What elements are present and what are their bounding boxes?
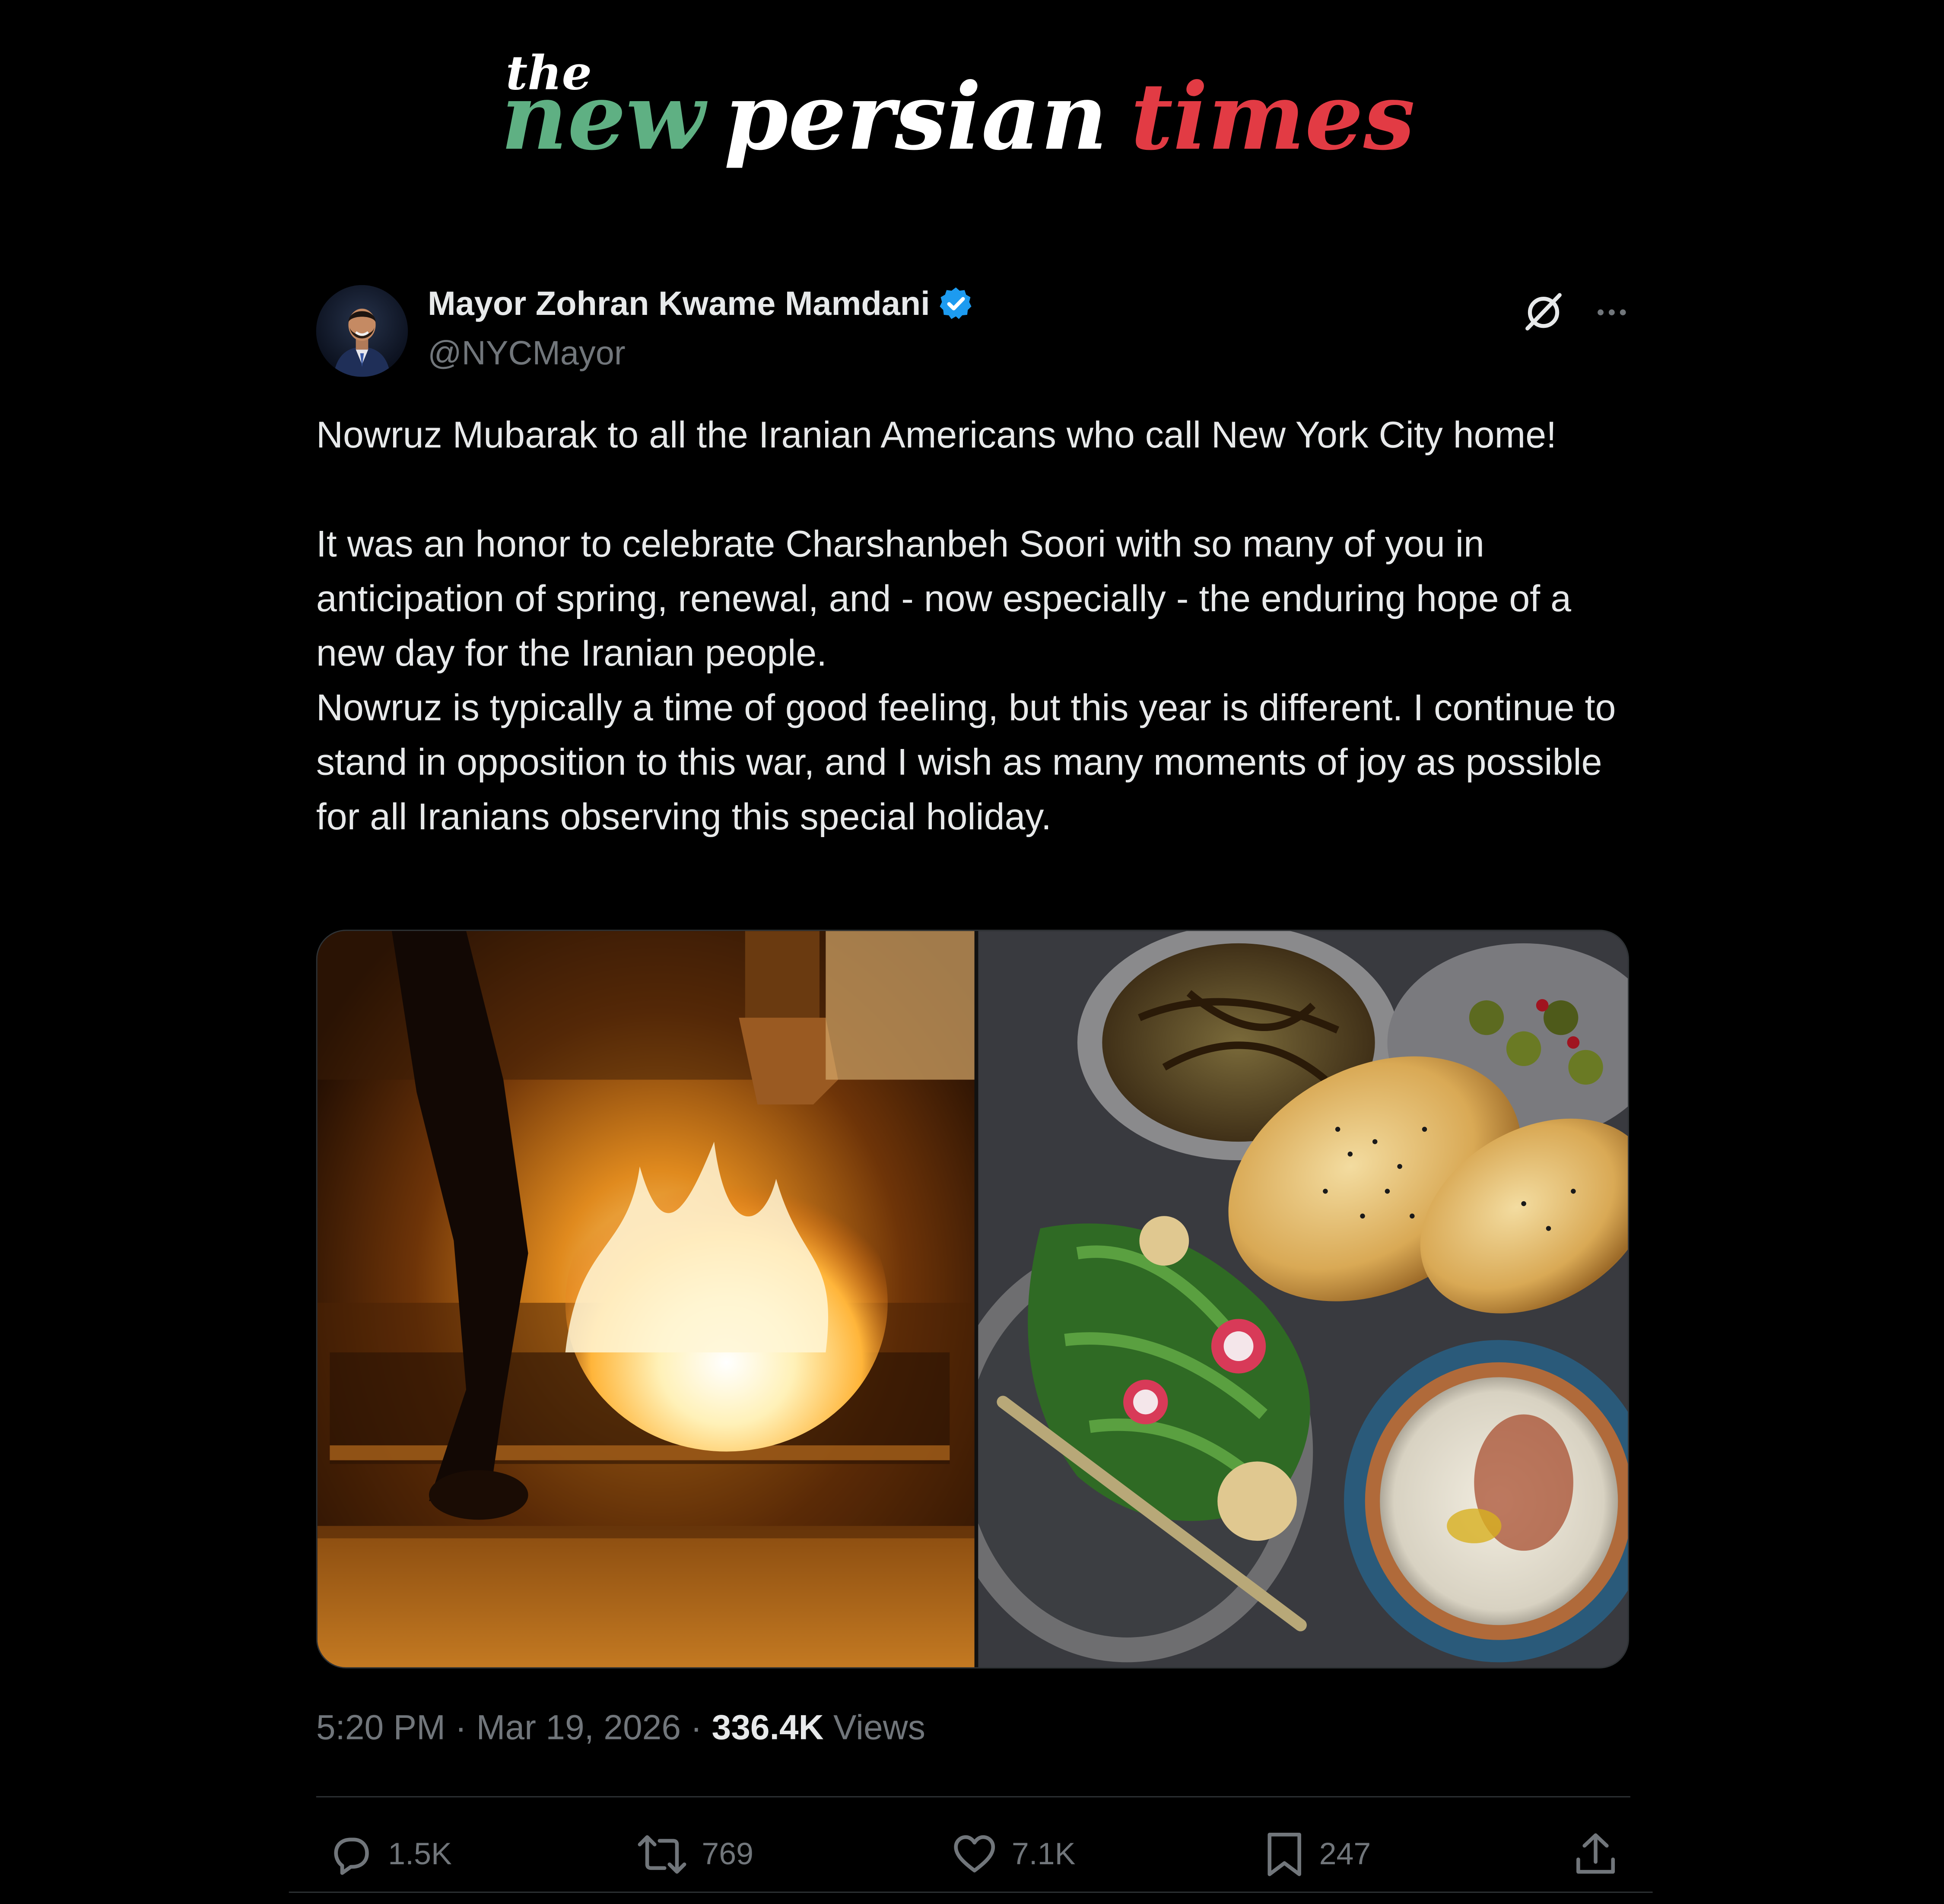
heart-icon [954,1835,995,1872]
tweet-paragraph-1: Nowruz Mubarak to all the Iranian Americ… [316,415,1557,457]
tweet-media [316,930,1630,1669]
nowruz-food-photo[interactable] [978,931,1628,1667]
meta-separator: · [690,1708,702,1747]
newpersiantimes-logo: the new persian times [501,45,1415,171]
like-button[interactable]: 7.1K [950,1827,1075,1882]
logo-persian: persian [724,63,1108,171]
bookmark-icon [1267,1832,1301,1876]
repost-icon [638,1835,686,1874]
avatar-image [316,285,408,377]
author-handle[interactable]: @NYCMayor [428,335,626,373]
tweet-meta: 5:20 PM · Mar 19, 2026 · 336.4K Views [316,1708,925,1748]
tweet-paragraph-3: Nowruz is typically a time of good feeli… [316,688,1616,838]
reply-count: 1.5K [388,1836,452,1871]
reply-icon [334,1837,369,1875]
nowruz-food-image [978,931,1628,1667]
logo-new: new [501,63,708,171]
tweet-header: Mayor Zohran Kwame Mamdani @NYCMayor [316,280,1630,380]
views-count: 336.4K [712,1708,824,1747]
tweet-date[interactable]: Mar 19, 2026 [476,1708,681,1747]
bookmark-button[interactable]: 247 [1262,1827,1371,1882]
bonfire-image [317,931,975,1667]
masthead: the new persian times [0,0,1944,223]
share-icon [1576,1833,1615,1874]
bonfire-photo[interactable] [317,931,975,1667]
author-name-row[interactable]: Mayor Zohran Kwame Mamdani [428,285,975,324]
bookmark-count: 247 [1319,1836,1371,1871]
meta-separator: · [455,1708,467,1747]
more-icon[interactable] [1591,288,1633,330]
tweet-paragraph-2: It was an honor to celebrate Charshanbeh… [316,524,1572,675]
grok-icon[interactable] [1519,285,1569,335]
tweet-text: Nowruz Mubarak to all the Iranian Americ… [316,409,1643,845]
like-count: 7.1K [1011,1836,1076,1871]
avatar[interactable] [316,285,408,377]
repost-button[interactable]: 769 [635,1827,753,1882]
logo-times: times [1131,63,1415,171]
share-button[interactable] [1571,1827,1620,1882]
tweet-time[interactable]: 5:20 PM [316,1708,445,1747]
repost-count: 769 [702,1836,754,1871]
divider [316,1796,1630,1798]
views-label: Views [833,1708,925,1747]
screenshot-stage: the new persian times Mayor Zohran Kwame… [0,0,1944,1904]
bottom-divider [289,1891,1653,1893]
reply-button[interactable]: 1.5K [326,1827,452,1882]
verified-badge-icon [940,287,972,319]
author-name[interactable]: Mayor Zohran Kwame Mamdani [428,285,930,322]
